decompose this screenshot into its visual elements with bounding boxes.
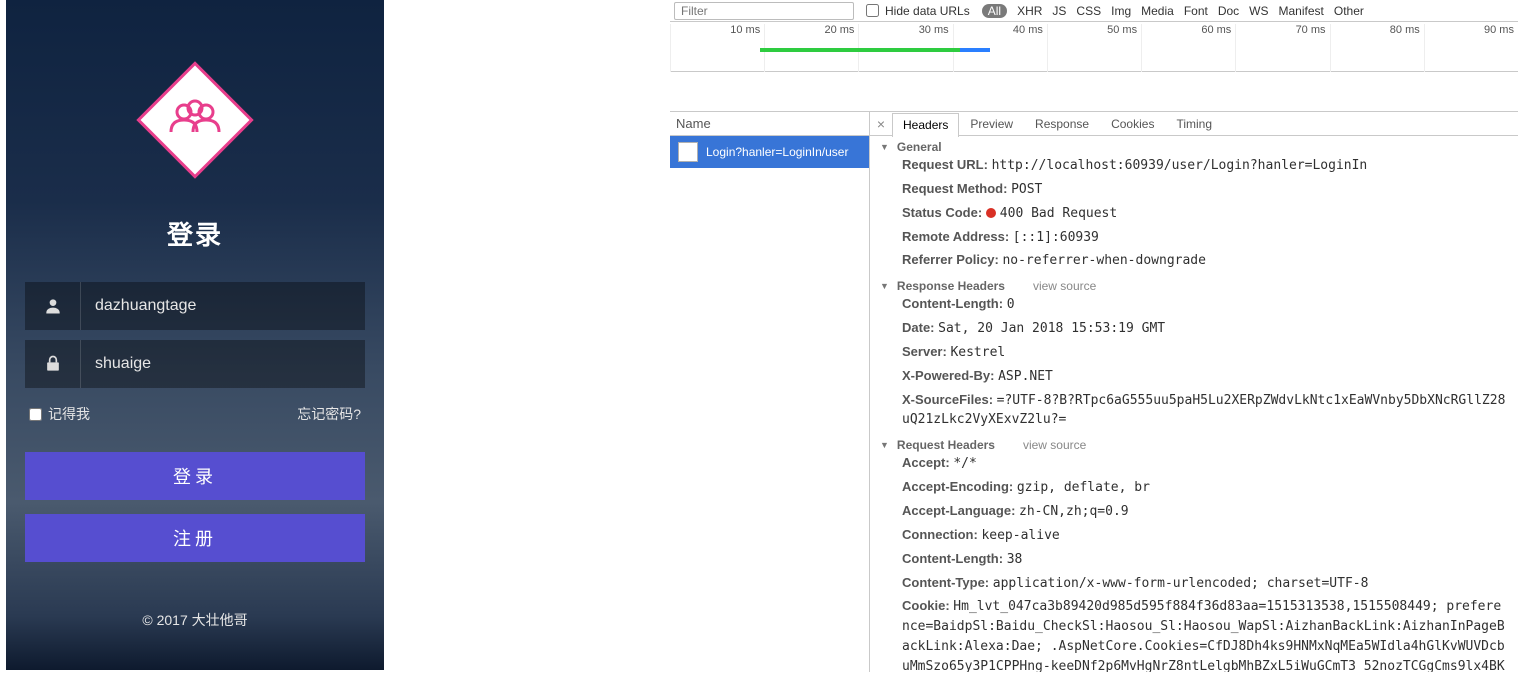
timeline-tick: 70 ms [1235, 24, 1329, 72]
request-header-row: Accept-Language: zh-CN,zh;q=0.9 [880, 500, 1508, 524]
tab-response[interactable]: Response [1024, 112, 1100, 136]
login-button[interactable]: 登录 [25, 452, 365, 500]
network-toolbar: Hide data URLs All XHR JS CSS Img Media Font Do… [670, 0, 1518, 22]
filter-chip-ws[interactable]: WS [1249, 4, 1268, 18]
response-header-row: Date: Sat, 20 Jan 2018 15:53:19 GMT [880, 317, 1508, 341]
filter-chip-font[interactable]: Font [1184, 4, 1208, 18]
timeline-tick: 90 ms [1424, 24, 1518, 72]
section-general: General Request URL: http://localhost:60… [870, 136, 1518, 275]
login-options-row: 记得我 忘记密码? [25, 398, 365, 424]
filter-input[interactable] [674, 2, 854, 20]
username-field [25, 282, 365, 330]
password-field [25, 340, 365, 388]
devtools-panel: Hide data URLs All XHR JS CSS Img Media Font Do… [670, 0, 1518, 688]
request-header-row: Content-Type: application/x-www-form-url… [880, 572, 1508, 596]
request-row[interactable]: Login?hanler=LoginIn/user [670, 136, 869, 168]
timeline-tick: 50 ms [1047, 24, 1141, 72]
filter-chip-media[interactable]: Media [1141, 4, 1174, 18]
user-icon [25, 282, 81, 330]
filter-chip-manifest[interactable]: Manifest [1279, 4, 1324, 18]
name-column-header[interactable]: Name [670, 112, 869, 136]
status-dot-icon [986, 208, 996, 218]
document-icon [678, 142, 698, 162]
request-names-column: Name Login?hanler=LoginIn/user [670, 112, 870, 672]
login-title: 登录 [167, 215, 223, 252]
filter-chip-css[interactable]: CSS [1076, 4, 1101, 18]
network-split: Name Login?hanler=LoginIn/user × Headers… [670, 112, 1518, 672]
filter-chip-all[interactable]: All [982, 4, 1007, 18]
remember-me-text: 记得我 [48, 404, 90, 424]
timeline-tick: 80 ms [1330, 24, 1424, 72]
request-details: × HeadersPreviewResponseCookiesTiming Ge… [870, 112, 1518, 672]
login-panel: 登录 记得我 忘记密码? 登录 注册 © 2017 大壮他哥 [6, 0, 384, 670]
hide-data-urls-label: Hide data URLs [885, 4, 970, 18]
logo-diamond [130, 55, 260, 185]
request-header-row: Connection: keep-alive [880, 524, 1508, 548]
response-header-row: X-Powered-By: ASP.NET [880, 365, 1508, 389]
response-header-row: Server: Kestrel [880, 341, 1508, 365]
request-header-row: Cookie: Hm_lvt_047ca3b89420d985d595f884f… [880, 595, 1508, 672]
request-header-row: Accept: */* [880, 452, 1508, 476]
request-header-row: Accept-Encoding: gzip, deflate, br [880, 476, 1508, 500]
login-footer: © 2017 大壮他哥 [142, 610, 247, 630]
section-request-headers: Request Headers view source Accept: */*A… [870, 434, 1518, 672]
timeline-tick: 60 ms [1141, 24, 1235, 72]
close-icon[interactable]: × [870, 116, 892, 132]
username-input[interactable] [81, 297, 365, 315]
remember-me-checkbox[interactable] [29, 408, 42, 421]
password-input[interactable] [81, 355, 365, 373]
section-response-headers: Response Headers view source Content-Len… [870, 275, 1518, 434]
view-source-link[interactable]: view source [1033, 279, 1096, 293]
forgot-password-link[interactable]: 忘记密码? [297, 404, 361, 424]
detail-tabs: × HeadersPreviewResponseCookiesTiming [870, 112, 1518, 136]
filter-chip-img[interactable]: Img [1111, 4, 1131, 18]
filter-chip-doc[interactable]: Doc [1218, 4, 1239, 18]
tab-preview[interactable]: Preview [959, 112, 1024, 136]
tab-timing[interactable]: Timing [1165, 112, 1223, 136]
request-name-text: Login?hanler=LoginIn/user [706, 145, 848, 160]
register-button[interactable]: 注册 [25, 514, 365, 562]
filter-chip-other[interactable]: Other [1334, 4, 1364, 18]
hide-data-urls-checkbox[interactable] [866, 4, 879, 17]
timeline-tick: 10 ms [670, 24, 764, 72]
view-source-link[interactable]: view source [1023, 438, 1086, 452]
response-header-row: Content-Length: 0 [880, 293, 1508, 317]
response-header-row: X-SourceFiles: =?UTF-8?B?RTpc6aG555uu5pa… [880, 389, 1508, 433]
login-form: 记得我 忘记密码? 登录 注册 [25, 282, 365, 562]
response-headers-header[interactable]: Response Headers view source [880, 279, 1508, 293]
timeline-bar-blue [960, 48, 990, 52]
remember-me-label[interactable]: 记得我 [29, 404, 90, 424]
lock-icon [25, 340, 81, 388]
filter-chip-js[interactable]: JS [1052, 4, 1066, 18]
filter-chip-xhr[interactable]: XHR [1017, 4, 1042, 18]
tab-headers[interactable]: Headers [892, 113, 959, 137]
request-header-row: Content-Length: 38 [880, 548, 1508, 572]
general-header[interactable]: General [880, 140, 1508, 154]
timeline-spacer [670, 72, 1518, 112]
network-timeline[interactable]: 10 ms20 ms30 ms40 ms50 ms60 ms70 ms80 ms… [670, 22, 1518, 72]
timeline-bar-green [760, 48, 960, 52]
request-headers-header[interactable]: Request Headers view source [880, 438, 1508, 452]
tab-cookies[interactable]: Cookies [1100, 112, 1165, 136]
filter-chips: All XHR JS CSS Img Media Font Doc WS Manifest Othe… [982, 4, 1364, 18]
